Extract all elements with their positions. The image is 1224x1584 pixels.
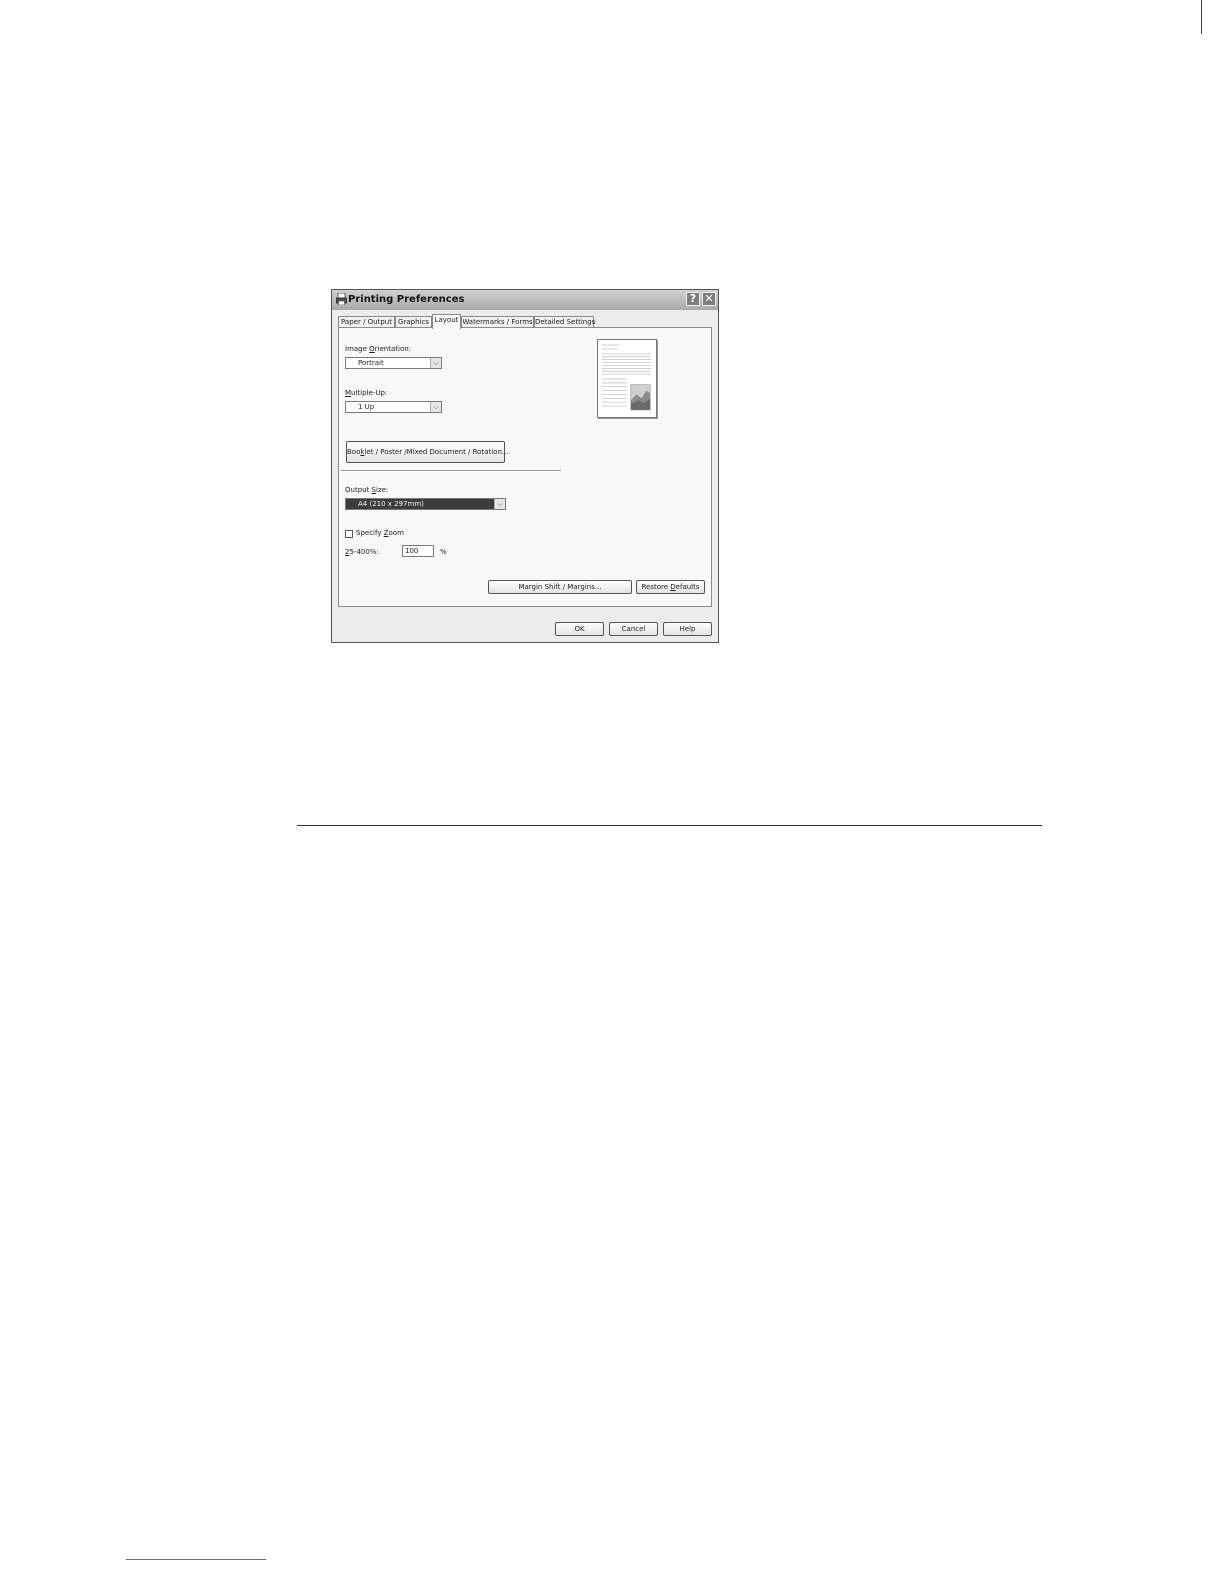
page-preview-icon — [597, 339, 657, 418]
zoom-range-label: 25-400%: — [345, 548, 379, 556]
specify-zoom-label[interactable]: Specify Zoom — [356, 529, 404, 537]
layout-panel: Image Orientation: Portrait ⌵ Multiple-U… — [338, 327, 712, 607]
zoom-input[interactable]: 100 — [402, 545, 434, 557]
output-size-select[interactable]: A4 (210 x 297mm) ⌵ — [345, 498, 506, 510]
window-title: Printing Preferences — [348, 294, 465, 305]
page-edge-line — [1201, 0, 1202, 34]
image-orientation-select[interactable]: Portrait ⌵ — [345, 357, 442, 369]
cancel-button[interactable]: Cancel — [609, 622, 658, 636]
tab-layout[interactable]: Layout — [432, 314, 461, 329]
title-bar[interactable]: Printing Preferences ? ✕ — [332, 290, 718, 310]
footnote-rule — [126, 1559, 266, 1560]
help-icon[interactable]: ? — [686, 292, 700, 306]
image-orientation-label: Image Orientation: — [345, 345, 412, 353]
image-orientation-value: Portrait — [358, 359, 384, 367]
printer-icon — [336, 293, 347, 305]
section-divider — [341, 470, 561, 472]
help-button[interactable]: Help — [663, 622, 712, 636]
zoom-unit: % — [440, 548, 447, 556]
restore-defaults-button[interactable]: Restore Defaults — [636, 580, 705, 594]
close-icon[interactable]: ✕ — [702, 292, 716, 306]
margin-shift-button[interactable]: Margin Shift / Margins... — [488, 580, 632, 594]
specify-zoom-checkbox[interactable] — [345, 530, 353, 538]
chevron-down-icon: ⌵ — [494, 499, 505, 509]
ok-button[interactable]: OK — [555, 622, 604, 636]
multiple-up-select[interactable]: 1 Up ⌵ — [345, 401, 442, 413]
chevron-down-icon: ⌵ — [430, 358, 441, 368]
chevron-down-icon: ⌵ — [430, 402, 441, 412]
output-size-value: A4 (210 x 297mm) — [358, 500, 424, 508]
output-size-label: Output Size: — [345, 486, 389, 494]
multiple-up-value: 1 Up — [358, 403, 375, 411]
printing-preferences-dialog: Printing Preferences ? ✕ Paper / Output … — [331, 289, 719, 643]
page-divider-line — [297, 825, 1042, 826]
booklet-poster-button[interactable]: Booklet / Poster /Mixed Document / Rotat… — [346, 441, 509, 463]
multiple-up-label: Multiple-Up: — [345, 389, 388, 397]
